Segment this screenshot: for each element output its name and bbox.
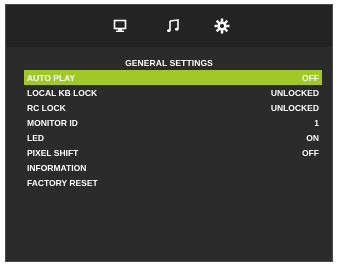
menu-item-factory-reset[interactable]: FACTORY RESET — [24, 175, 322, 190]
menu-item-label: LED — [27, 132, 44, 143]
menu-item-rc-lock[interactable]: RC LOCK UNLOCKED — [24, 100, 322, 115]
menu-item-label: FACTORY RESET — [27, 177, 98, 188]
panel-title: GENERAL SETTINGS — [125, 58, 213, 68]
menu-item-value: 1 — [314, 117, 319, 128]
monitor-icon[interactable] — [111, 17, 129, 35]
menu-item-value: UNLOCKED — [270, 87, 319, 98]
menu-item-led[interactable]: LED ON — [24, 130, 322, 145]
menu-item-pixel-shift[interactable]: PIXEL SHIFT OFF — [24, 145, 322, 160]
menu-item-value: OFF — [302, 147, 319, 158]
settings-menu: AUTO PLAY OFF LOCAL KB LOCK UNLOCKED RC … — [24, 70, 322, 190]
menu-item-label: RC LOCK — [27, 102, 66, 113]
gear-icon[interactable] — [213, 17, 231, 35]
music-note-icon[interactable] — [164, 17, 182, 35]
menu-item-value: ON — [306, 132, 319, 143]
menu-item-label: LOCAL KB LOCK — [27, 87, 98, 98]
menu-item-value: UNLOCKED — [270, 102, 319, 113]
menu-item-information[interactable]: INFORMATION — [24, 160, 322, 175]
menu-item-label: MONITOR ID — [27, 117, 78, 128]
osd-menu-panel: GENERAL SETTINGS AUTO PLAY OFF LOCAL KB … — [5, 4, 333, 262]
menu-item-monitor-id[interactable]: MONITOR ID 1 — [24, 115, 322, 130]
menu-item-value: OFF — [302, 72, 319, 83]
menu-item-label: INFORMATION — [27, 162, 87, 173]
menu-item-auto-play[interactable]: AUTO PLAY OFF — [24, 70, 322, 85]
menu-item-label: PIXEL SHIFT — [27, 147, 79, 158]
top-icon-bar — [6, 5, 332, 47]
menu-item-local-kb-lock[interactable]: LOCAL KB LOCK UNLOCKED — [24, 85, 322, 100]
menu-item-label: AUTO PLAY — [27, 72, 76, 83]
